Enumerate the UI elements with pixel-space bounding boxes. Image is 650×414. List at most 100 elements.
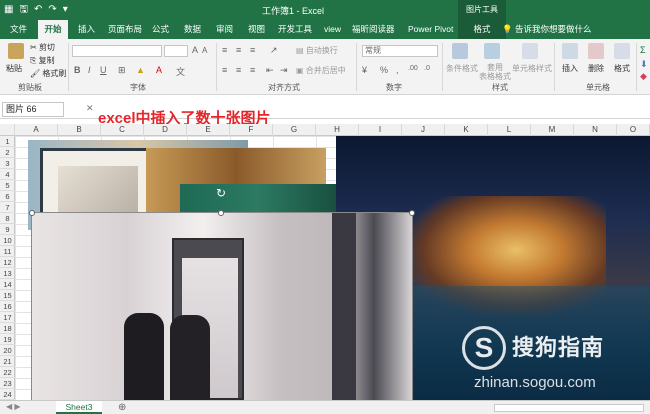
row-header[interactable]: 16 (0, 301, 15, 312)
tab-foxit-reader[interactable]: 福昕阅读器 (350, 20, 397, 39)
column-header[interactable]: G (273, 124, 316, 136)
column-header[interactable]: I (359, 124, 402, 136)
currency-icon[interactable]: ¥ (362, 65, 367, 75)
row-header[interactable]: 2 (0, 147, 15, 158)
decrease-indent-icon[interactable]: ⇤ (266, 65, 274, 76)
column-header[interactable]: F (230, 124, 273, 136)
tab-format[interactable]: 格式 (458, 20, 506, 39)
horizontal-scrollbar[interactable] (494, 404, 644, 412)
orientation-icon[interactable]: ↗ (270, 45, 278, 56)
align-center-icon[interactable]: ≡ (236, 65, 241, 75)
conditional-format-icon[interactable] (452, 43, 468, 59)
row-header[interactable]: 17 (0, 312, 15, 323)
row-header[interactable]: 14 (0, 279, 15, 290)
border-icon[interactable]: ⊞ (118, 65, 126, 76)
row-header[interactable]: 9 (0, 224, 15, 235)
align-top-icon[interactable]: ≡ (222, 45, 227, 55)
copy-button[interactable]: ⎘ 复制 (30, 55, 55, 66)
tell-me-search[interactable]: 💡 告诉我你想要做什么 (502, 20, 591, 39)
row-header[interactable]: 4 (0, 169, 15, 180)
column-header[interactable]: K (445, 124, 488, 136)
resize-handle[interactable] (218, 210, 224, 216)
format-cells-icon[interactable] (614, 43, 630, 59)
merge-center-button[interactable]: ▣ 合并后居中 (296, 65, 346, 76)
row-header[interactable]: 24 (0, 389, 15, 400)
format-painter-button[interactable]: 🖌 格式刷 (30, 68, 66, 79)
format-cells-button[interactable]: 格式 (614, 63, 630, 74)
sheet-nav-arrows-icon[interactable]: ◀ ▶ (6, 402, 21, 411)
column-header[interactable]: A (15, 124, 58, 136)
cut-button[interactable]: ✂ 剪切 (30, 42, 55, 53)
undo-icon[interactable]: ↶ (34, 3, 42, 17)
clear-icon[interactable]: ◆ (640, 71, 647, 82)
row-header[interactable]: 13 (0, 268, 15, 279)
column-header[interactable]: E (187, 124, 230, 136)
row-header[interactable]: 22 (0, 367, 15, 378)
row-header[interactable]: 19 (0, 334, 15, 345)
picture-green-leaves[interactable] (180, 184, 336, 214)
cell-styles-icon[interactable] (522, 43, 538, 59)
increase-decimal-icon[interactable]: .00 (408, 65, 418, 72)
tab-file[interactable]: 文件 (8, 20, 29, 39)
fill-icon[interactable]: ⬇ (640, 59, 648, 70)
tab-review[interactable]: 审阅 (214, 20, 235, 39)
row-header[interactable]: 8 (0, 213, 15, 224)
percent-icon[interactable]: % (380, 65, 388, 75)
format-as-table-icon[interactable] (484, 43, 500, 59)
tab-developer[interactable]: 开发工具 (276, 20, 314, 39)
insert-cells-button[interactable]: 插入 (562, 63, 578, 74)
row-header[interactable]: 3 (0, 158, 15, 169)
tab-view-en[interactable]: view (322, 20, 343, 39)
number-format-combo[interactable]: 常规 (362, 45, 438, 57)
wrap-text-button[interactable]: ▤ 自动换行 (296, 45, 338, 56)
align-middle-icon[interactable]: ≡ (236, 45, 241, 55)
delete-cells-icon[interactable] (588, 43, 604, 59)
align-left-icon[interactable]: ≡ (222, 65, 227, 75)
rotate-handle-icon[interactable]: ↻ (214, 186, 228, 200)
cell-styles-button[interactable]: 单元格样式 (512, 63, 552, 74)
save-icon[interactable]: 🖫 (19, 3, 28, 17)
format-as-table-button[interactable]: 套用 表格格式 (478, 63, 512, 81)
fill-color-icon[interactable]: ▲ (136, 65, 145, 75)
select-all-corner[interactable] (0, 124, 15, 136)
row-header[interactable]: 10 (0, 235, 15, 246)
tab-power-pivot[interactable]: Power Pivot (406, 20, 455, 39)
conditional-format-button[interactable]: 条件格式 (446, 63, 478, 74)
name-box[interactable]: 图片 66 (2, 102, 64, 117)
bold-icon[interactable]: B (74, 65, 81, 75)
delete-cells-button[interactable]: 删除 (588, 63, 604, 74)
tab-insert[interactable]: 插入 (76, 20, 97, 39)
insert-cells-icon[interactable] (562, 43, 578, 59)
tab-home[interactable]: 开始 (38, 20, 68, 39)
font-color-icon[interactable]: A (156, 65, 162, 75)
row-header[interactable]: 11 (0, 246, 15, 257)
decrease-decimal-icon[interactable]: .0 (424, 65, 430, 72)
picture-stack-inner[interactable] (58, 166, 138, 216)
row-header[interactable]: 7 (0, 202, 15, 213)
add-sheet-icon[interactable]: ⊕ (118, 401, 126, 414)
grow-font-icon[interactable]: A (192, 45, 198, 55)
font-size-combo[interactable] (164, 45, 188, 57)
column-header[interactable]: N (574, 124, 617, 136)
resize-handle[interactable] (409, 210, 415, 216)
tab-page-layout[interactable]: 页面布局 (106, 20, 144, 39)
customize-qat-icon[interactable]: ▾ (63, 3, 68, 17)
comma-style-icon[interactable]: , (396, 65, 399, 75)
row-header[interactable]: 18 (0, 323, 15, 334)
autosum-icon[interactable]: Σ (640, 45, 646, 55)
align-bottom-icon[interactable]: ≡ (250, 45, 255, 55)
column-header[interactable]: J (402, 124, 445, 136)
font-name-combo[interactable] (72, 45, 162, 57)
column-header[interactable]: M (531, 124, 574, 136)
shrink-font-icon[interactable]: A (202, 46, 207, 55)
column-header[interactable]: L (488, 124, 531, 136)
column-header[interactable]: C (101, 124, 144, 136)
tab-data[interactable]: 数据 (182, 20, 203, 39)
underline-icon[interactable]: U (100, 65, 107, 75)
tab-formulas[interactable]: 公式 (150, 20, 171, 39)
column-header[interactable]: B (58, 124, 101, 136)
column-header[interactable]: D (144, 124, 187, 136)
paste-button[interactable]: 粘贴 (6, 63, 22, 74)
row-header[interactable]: 6 (0, 191, 15, 202)
row-header[interactable]: 5 (0, 180, 15, 191)
